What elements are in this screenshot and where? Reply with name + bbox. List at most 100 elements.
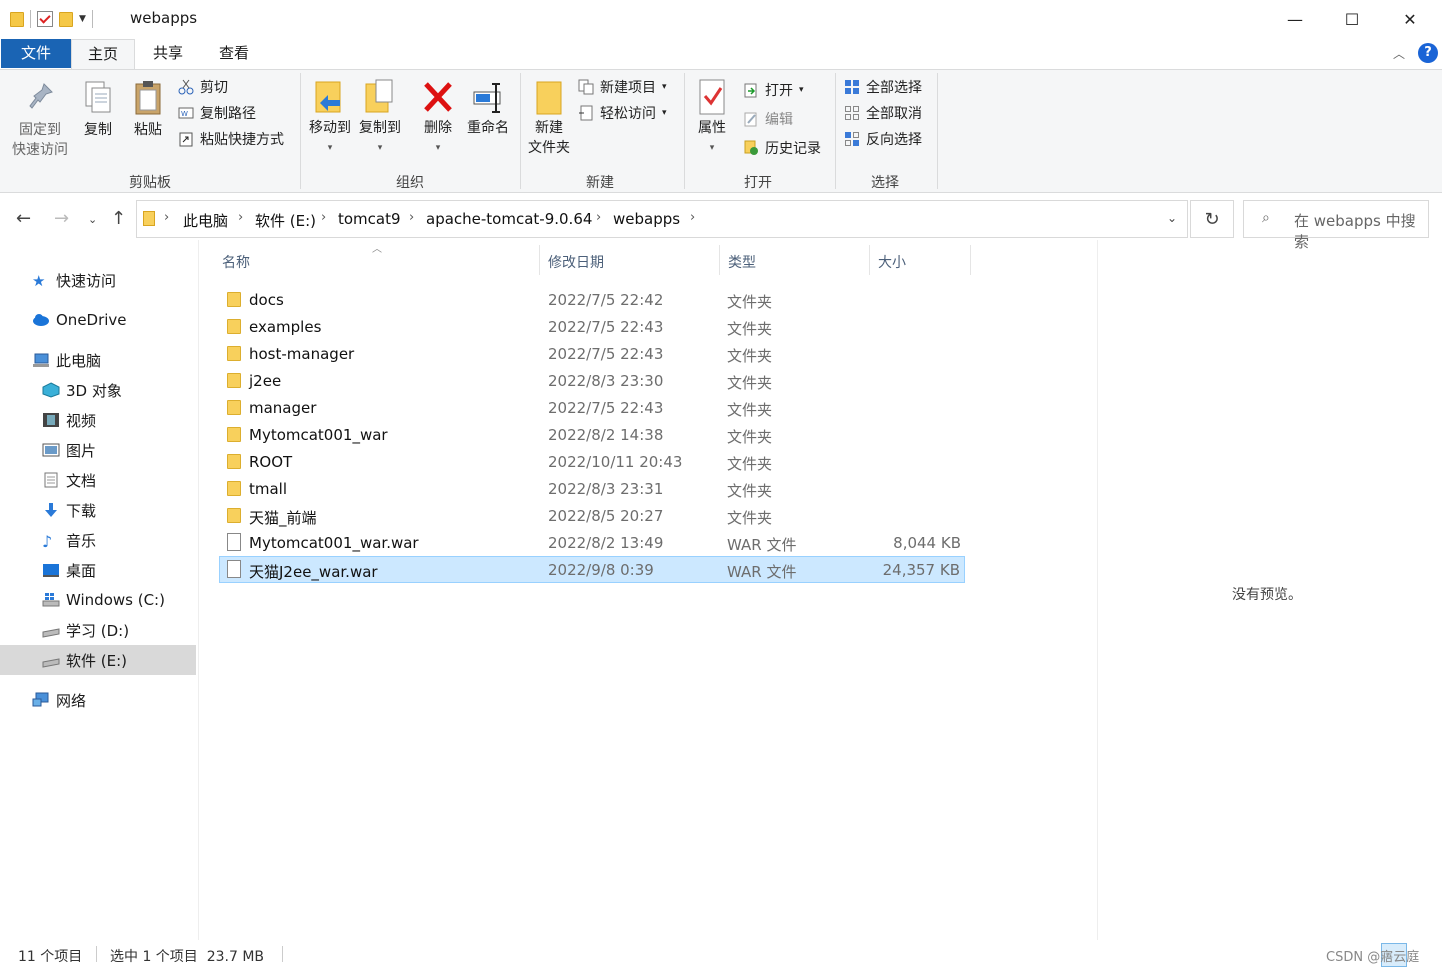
file-row[interactable]: examples 2022/7/5 22:43 文件夹	[219, 313, 965, 340]
file-row[interactable]: tmall 2022/8/3 23:31 文件夹	[219, 475, 965, 502]
new-folder-label-1: 新建	[535, 120, 563, 136]
refresh-button[interactable]: ↻	[1190, 200, 1234, 238]
sidebar-item-documents[interactable]: 文档	[0, 465, 196, 495]
sidebar-item-pictures[interactable]: 图片	[0, 435, 196, 465]
new-folder-button[interactable]: 新建 文件夹	[524, 78, 574, 158]
back-arrow-icon[interactable]: ←	[16, 208, 31, 229]
pin-quick-access-button[interactable]: 固定到 快速访问	[6, 80, 74, 160]
breadcrumb-apache-tomcat[interactable]: apache-tomcat-9.0.64	[426, 210, 592, 228]
up-arrow-icon[interactable]: ↑	[111, 208, 126, 229]
preview-message: 没有预览。	[1232, 587, 1302, 603]
file-row[interactable]: j2ee 2022/8/3 23:30 文件夹	[219, 367, 965, 394]
open-button[interactable]: 打开 ▾	[743, 79, 804, 101]
group-label-organize: 组织	[396, 175, 424, 191]
invert-selection-button[interactable]: 反向选择	[844, 128, 922, 150]
breadcrumb-this-pc[interactable]: 此电脑	[183, 210, 228, 231]
divider[interactable]	[970, 245, 971, 275]
file-row[interactable]: docs 2022/7/5 22:42 文件夹	[219, 286, 965, 313]
forward-arrow-icon[interactable]: →	[54, 208, 69, 229]
tab-home[interactable]: 主页	[71, 39, 135, 70]
cut-button[interactable]: 剪切	[178, 76, 228, 98]
column-header-type[interactable]: 类型	[728, 252, 756, 272]
column-header-size[interactable]: 大小	[878, 252, 906, 272]
sidebar-item-label: 下载	[66, 501, 97, 520]
sidebar-item-3d-objects[interactable]: 3D 对象	[0, 375, 196, 405]
sidebar-item-videos[interactable]: 视频	[0, 405, 196, 435]
sidebar-item-downloads[interactable]: 下载	[0, 495, 196, 525]
file-row[interactable]: Mytomcat001_war.war 2022/8/2 13:49 WAR 文…	[219, 529, 965, 556]
file-name: ROOT	[249, 453, 293, 471]
new-folder-icon[interactable]	[59, 11, 73, 27]
network-icon	[32, 692, 50, 708]
sidebar-item-quick-access[interactable]: ★ 快速访问	[0, 265, 196, 295]
select-all-button[interactable]: 全部选择	[844, 76, 922, 98]
paste-button[interactable]: 粘贴	[128, 80, 168, 140]
tab-view[interactable]: 查看	[206, 39, 262, 68]
minimize-button[interactable]: —	[1266, 0, 1324, 38]
help-icon[interactable]: ?	[1418, 43, 1438, 63]
new-item-icon	[578, 79, 594, 95]
chevron-right-icon: ›	[321, 210, 327, 225]
column-header-date[interactable]: 修改日期	[548, 252, 604, 272]
navigation-pane: ★ 快速访问 OneDrive 此电脑 3D 对象 视频 图片 文档 下载 ♪ 音乐…	[0, 240, 198, 935]
chevron-down-icon: ▾	[662, 82, 667, 92]
maximize-button[interactable]: ☐	[1323, 0, 1381, 38]
delete-button[interactable]: 删除 ▾	[418, 78, 458, 158]
move-to-button[interactable]: 移动到 ▾	[306, 78, 354, 158]
copy-to-button[interactable]: 复制到 ▾	[356, 78, 404, 158]
breadcrumb-drive-e[interactable]: 软件 (E:)	[255, 210, 316, 231]
copy-path-button[interactable]: W 复制路径	[178, 102, 256, 124]
sidebar-item-drive-c[interactable]: Windows (C:)	[0, 585, 196, 615]
copy-button[interactable]: 复制	[78, 80, 118, 140]
address-bar[interactable]: › 此电脑 › 软件 (E:) › tomcat9 › apache-tomca…	[136, 200, 1188, 238]
folder-icon	[227, 400, 241, 415]
copy-label: 复制	[84, 122, 112, 138]
select-none-button[interactable]: 全部取消	[844, 102, 922, 124]
chevron-down-icon[interactable]: ▼	[79, 14, 86, 24]
breadcrumb-tomcat9[interactable]: tomcat9	[338, 210, 401, 228]
sidebar-item-this-pc[interactable]: 此电脑	[0, 345, 196, 375]
sidebar-item-network[interactable]: 网络	[0, 685, 196, 715]
breadcrumb-webapps[interactable]: webapps	[613, 210, 680, 228]
divider	[1097, 240, 1098, 940]
file-row-selected[interactable]: 天猫J2ee_war.war 2022/9/8 0:39 WAR 文件 24,3…	[219, 556, 965, 583]
divider[interactable]	[869, 245, 870, 275]
sidebar-item-label: 音乐	[66, 531, 97, 550]
file-row[interactable]: Mytomcat001_war 2022/8/2 14:38 文件夹	[219, 421, 965, 448]
sidebar-item-music[interactable]: ♪ 音乐	[0, 525, 196, 555]
chevron-down-icon[interactable]: ⌄	[1167, 211, 1177, 225]
file-row[interactable]: 天猫_前端 2022/8/5 20:27 文件夹	[219, 502, 965, 529]
sidebar-item-onedrive[interactable]: OneDrive	[0, 305, 196, 335]
recent-locations-icon[interactable]: ⌄	[88, 213, 97, 226]
divider[interactable]	[719, 245, 720, 275]
paste-shortcut-button[interactable]: 粘贴快捷方式	[178, 128, 284, 150]
file-row[interactable]: ROOT 2022/10/11 20:43 文件夹	[219, 448, 965, 475]
properties-button[interactable]: 属性 ▾	[690, 78, 734, 158]
properties-icon[interactable]	[37, 11, 53, 27]
file-row[interactable]: host-manager 2022/7/5 22:43 文件夹	[219, 340, 965, 367]
sort-ascending-icon: ︿	[372, 244, 382, 255]
history-button[interactable]: 历史记录	[743, 137, 821, 159]
tab-file[interactable]: 文件	[1, 39, 71, 68]
tab-share[interactable]: 共享	[140, 39, 196, 68]
sidebar-item-drive-d[interactable]: 学习 (D:)	[0, 615, 196, 645]
file-row[interactable]: manager 2022/7/5 22:43 文件夹	[219, 394, 965, 421]
edit-button[interactable]: 编辑	[743, 108, 793, 130]
rename-button[interactable]: 重命名	[464, 78, 512, 138]
new-item-button[interactable]: 新建项目 ▾	[578, 76, 667, 98]
close-button[interactable]: ✕	[1381, 0, 1439, 38]
sidebar-item-drive-e[interactable]: 软件 (E:)	[0, 645, 196, 675]
chevron-down-icon: ▾	[662, 108, 667, 118]
file-name: tmall	[249, 480, 288, 498]
collapse-ribbon-icon[interactable]: ︿	[1393, 45, 1405, 62]
easy-access-button[interactable]: 轻松访问 ▾	[578, 102, 667, 124]
edit-label: 编辑	[765, 112, 793, 128]
search-input[interactable]: ⌕ 在 webapps 中搜索	[1243, 200, 1429, 251]
column-header-name[interactable]: 名称	[222, 252, 250, 272]
open-label: 打开	[765, 83, 793, 99]
pin-label-2: 快速访问	[12, 142, 68, 158]
file-date: 2022/7/5 22:42	[548, 291, 664, 309]
properties-label: 属性	[698, 120, 726, 136]
divider[interactable]	[539, 245, 540, 275]
sidebar-item-desktop[interactable]: 桌面	[0, 555, 196, 585]
